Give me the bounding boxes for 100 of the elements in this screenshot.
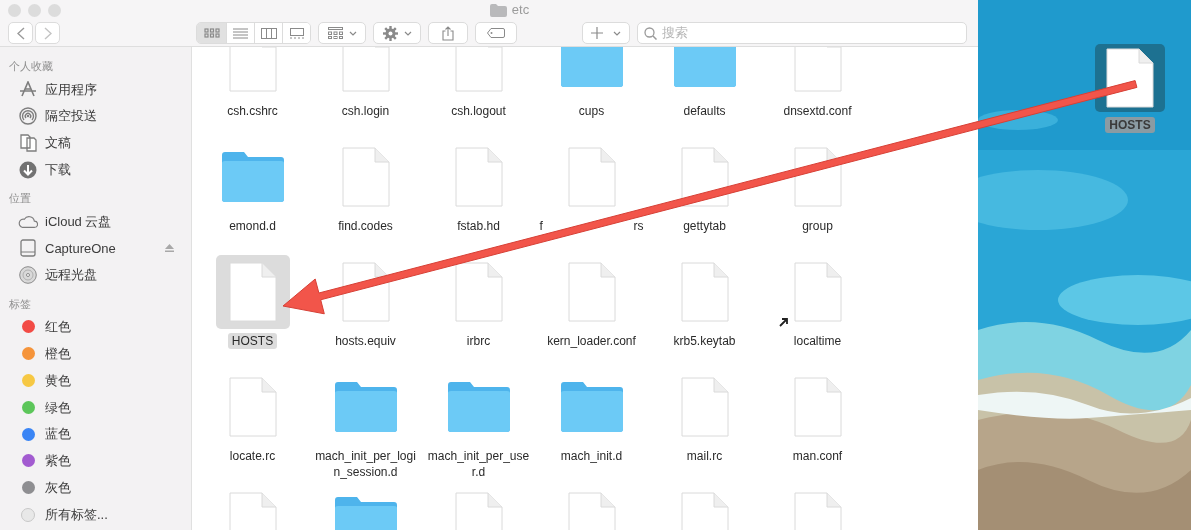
file-name: defaults bbox=[683, 103, 726, 119]
file-name: csh.logout bbox=[451, 103, 506, 119]
file-name: fstab.hd bbox=[457, 218, 500, 234]
sidebar-item[interactable]: 灰色 bbox=[45, 478, 191, 498]
close-button[interactable] bbox=[8, 3, 21, 17]
zoom-button[interactable] bbox=[48, 3, 61, 17]
search-input[interactable]: 搜索 bbox=[662, 23, 960, 43]
settings-button[interactable] bbox=[373, 22, 421, 44]
search-icon bbox=[644, 26, 657, 40]
cloud-icon bbox=[18, 214, 38, 229]
file-name: csh.cshrc bbox=[227, 103, 278, 119]
file-name: csh.login bbox=[341, 103, 390, 119]
sidebar-item[interactable]: 紫色 bbox=[45, 451, 191, 471]
file-name: mach_init_per_user.d bbox=[426, 448, 531, 480]
all-tags-icon bbox=[21, 507, 35, 522]
folder-icon bbox=[560, 382, 623, 432]
back-button[interactable] bbox=[8, 22, 33, 44]
group-button[interactable] bbox=[318, 22, 366, 44]
document-icon bbox=[793, 262, 842, 322]
disc-icon bbox=[19, 266, 37, 285]
document-icon bbox=[567, 147, 616, 207]
group-icon bbox=[327, 27, 343, 39]
file-name: kern_loader.conf bbox=[547, 333, 636, 349]
section-header: 标签 bbox=[9, 296, 32, 312]
document-icon bbox=[1106, 48, 1154, 108]
settings-icon bbox=[382, 25, 398, 41]
column-view-button[interactable] bbox=[254, 23, 282, 43]
file-name: mach_init_per_login_session.d bbox=[314, 448, 417, 480]
file-name-fragment: rs bbox=[633, 218, 644, 234]
file-name: mach_init.d bbox=[560, 448, 623, 464]
tag-button[interactable] bbox=[475, 22, 517, 44]
document-icon bbox=[341, 147, 390, 207]
chevron-down-icon bbox=[348, 30, 357, 36]
share-icon bbox=[442, 25, 454, 41]
sidebar-item[interactable]: 所有标签... bbox=[45, 504, 191, 525]
document-icon bbox=[793, 377, 842, 437]
share-button[interactable] bbox=[428, 22, 468, 44]
folder-icon bbox=[560, 47, 623, 87]
file-name: mail.rc bbox=[686, 448, 723, 464]
file-name: emond.d bbox=[229, 218, 276, 234]
file-name: gettytab bbox=[683, 218, 726, 234]
file-name-fragment: f bbox=[539, 218, 543, 234]
sidebar-item[interactable]: 橙色 bbox=[45, 344, 191, 364]
sidebar-item[interactable]: 下载 bbox=[45, 160, 191, 180]
icon-view-button[interactable] bbox=[197, 23, 226, 43]
sidebar-item[interactable]: 文稿 bbox=[45, 133, 191, 153]
list-view-button[interactable] bbox=[226, 23, 254, 43]
file-name: dnsextd.conf bbox=[783, 103, 852, 119]
document-icon bbox=[567, 262, 616, 322]
folder-icon bbox=[673, 47, 736, 87]
sidebar-item[interactable]: iCloud 云盘 bbox=[45, 211, 191, 232]
window-title: etc bbox=[511, 1, 530, 20]
file-name: irbrc bbox=[466, 333, 491, 349]
document-icon bbox=[228, 262, 277, 322]
folder-icon bbox=[489, 3, 507, 17]
airdrop-icon bbox=[19, 107, 37, 126]
list-icon bbox=[233, 27, 248, 39]
file-name: cups bbox=[578, 103, 605, 119]
sidebar-item[interactable]: 应用程序 bbox=[45, 79, 191, 100]
document-icon bbox=[454, 147, 503, 207]
sidebar-item[interactable]: 蓝色 bbox=[45, 424, 191, 444]
chevron-down-icon bbox=[613, 30, 621, 36]
file-name: man.conf bbox=[792, 448, 843, 464]
file-name: localtime bbox=[793, 333, 842, 349]
search-field[interactable]: 搜索 bbox=[637, 22, 967, 44]
sidebar-item[interactable]: 隔空投送 bbox=[45, 106, 191, 126]
file-name: hosts.equiv bbox=[335, 333, 396, 349]
file-name: HOSTS bbox=[227, 333, 278, 349]
eject-icon bbox=[165, 244, 174, 253]
file-name: HOSTS bbox=[1105, 117, 1155, 133]
document-icon bbox=[454, 262, 503, 322]
section-header: 个人收藏 bbox=[9, 59, 54, 74]
forward-button[interactable] bbox=[35, 22, 60, 44]
document-icon bbox=[680, 262, 729, 322]
minimize-button[interactable] bbox=[28, 3, 41, 17]
grid-icon bbox=[203, 28, 220, 38]
chevron-down-icon bbox=[403, 30, 412, 36]
file-name: find.codes bbox=[338, 218, 393, 234]
sidebar-item[interactable]: 红色 bbox=[45, 317, 191, 337]
sidebar-item[interactable]: CaptureOne bbox=[45, 238, 158, 259]
document-icon bbox=[228, 377, 277, 437]
apps-icon bbox=[19, 81, 37, 98]
sidebar-item[interactable]: 绿色 bbox=[45, 397, 191, 418]
folder-icon bbox=[447, 382, 510, 432]
folder-icon bbox=[334, 382, 397, 432]
columns-icon bbox=[260, 27, 277, 39]
chevron-left-icon bbox=[16, 26, 25, 40]
file-name: krb5.keytab bbox=[673, 333, 736, 349]
sidebar-item[interactable]: 黄色 bbox=[45, 370, 191, 391]
gallery-view-button[interactable] bbox=[282, 23, 310, 43]
file-name: group bbox=[802, 218, 833, 234]
documents-icon bbox=[19, 134, 37, 152]
gallery-icon bbox=[288, 27, 305, 39]
chevron-right-icon bbox=[43, 26, 52, 40]
document-icon bbox=[680, 377, 729, 437]
sidebar-item[interactable]: 远程光盘 bbox=[45, 265, 191, 285]
tag-icon bbox=[487, 28, 505, 38]
download-icon bbox=[19, 160, 37, 179]
add-button[interactable] bbox=[582, 22, 630, 44]
section-header: 位置 bbox=[9, 191, 32, 207]
